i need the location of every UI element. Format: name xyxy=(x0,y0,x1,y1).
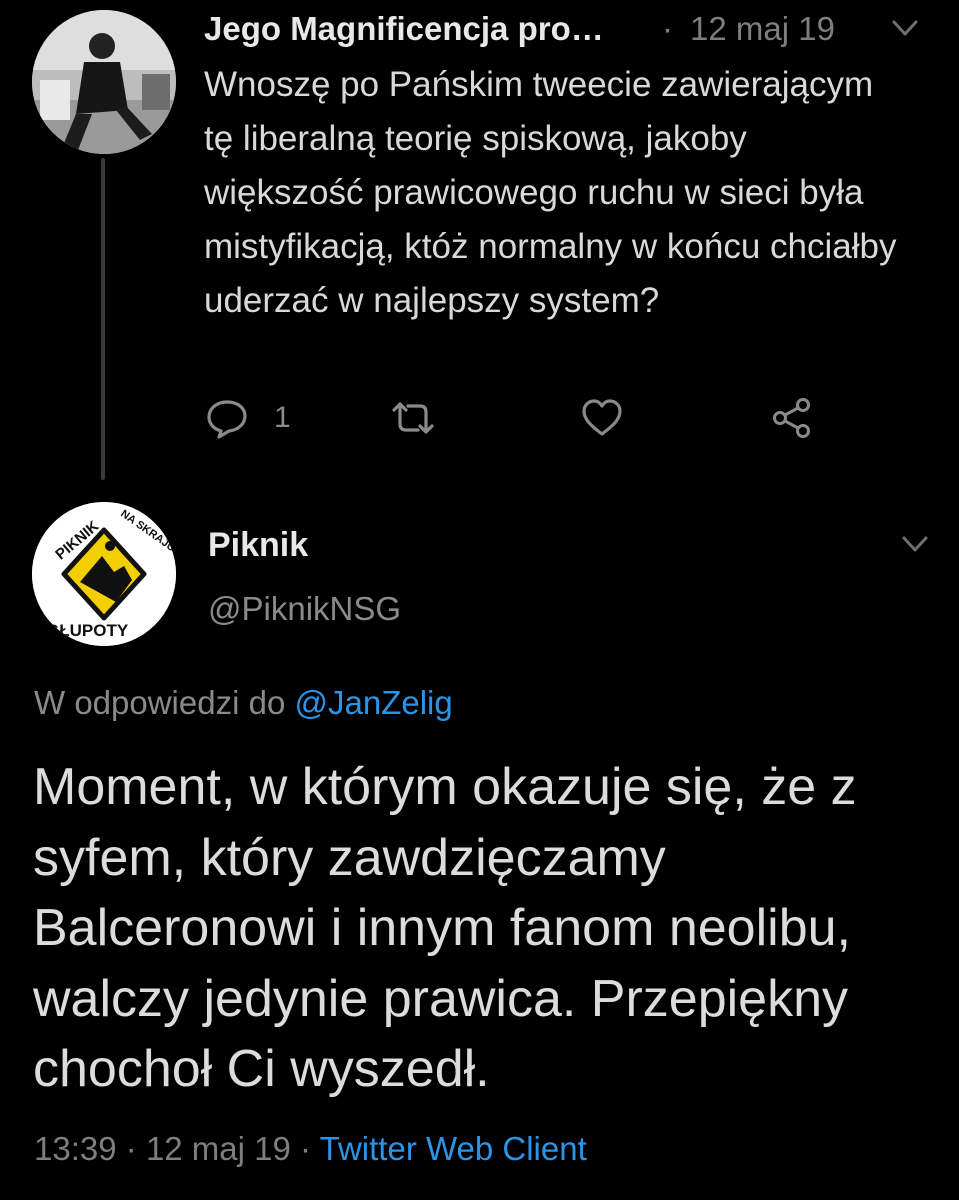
tweet-date[interactable]: 12 maj 19 xyxy=(690,10,835,48)
tweet-text: Wnoszę po Pańskim tweecie zawierającym t… xyxy=(204,65,897,320)
separator-dot: · xyxy=(662,10,673,47)
chevron-down-icon[interactable] xyxy=(900,532,930,556)
retweet-icon[interactable] xyxy=(386,396,440,440)
author-handle[interactable]: @PiknikNSG xyxy=(208,590,401,628)
avatar[interactable] xyxy=(32,10,176,154)
reply-context: W odpowiedzi do @JanZelig xyxy=(34,684,453,722)
avatar-photo xyxy=(32,10,176,154)
reply-count: 1 xyxy=(274,401,291,434)
client-link[interactable]: Twitter Web Client xyxy=(320,1130,587,1167)
piknik-logo: PIKNIK NA SKRAJU GŁUPOTY xyxy=(32,502,176,646)
avatar[interactable]: PIKNIK NA SKRAJU GŁUPOTY xyxy=(32,502,176,646)
tweet-time[interactable]: 13:39 xyxy=(34,1130,117,1167)
reply-icon[interactable] xyxy=(205,396,249,440)
separator-dot: · xyxy=(125,1130,137,1167)
chevron-down-icon[interactable] xyxy=(890,16,920,40)
separator-dot: · xyxy=(300,1130,312,1167)
heart-icon[interactable] xyxy=(580,396,624,440)
tweet-date[interactable]: 12 maj 19 xyxy=(146,1130,291,1167)
thread-connector-line xyxy=(101,158,105,480)
avatar-logo-text: GŁUPOTY xyxy=(46,621,129,640)
tweet-meta: 13:39 · 12 maj 19 · Twitter Web Client xyxy=(34,1130,587,1168)
reply-mention-link[interactable]: @JanZelig xyxy=(294,684,452,721)
share-icon[interactable] xyxy=(770,396,814,440)
reply-context-label: W odpowiedzi do xyxy=(34,684,286,721)
author-name[interactable]: Jego Magnificencja pro… xyxy=(204,10,604,48)
tweet-text: Moment, w którym okazuje się, że z syfem… xyxy=(33,758,857,1098)
author-name[interactable]: Piknik xyxy=(208,526,308,565)
